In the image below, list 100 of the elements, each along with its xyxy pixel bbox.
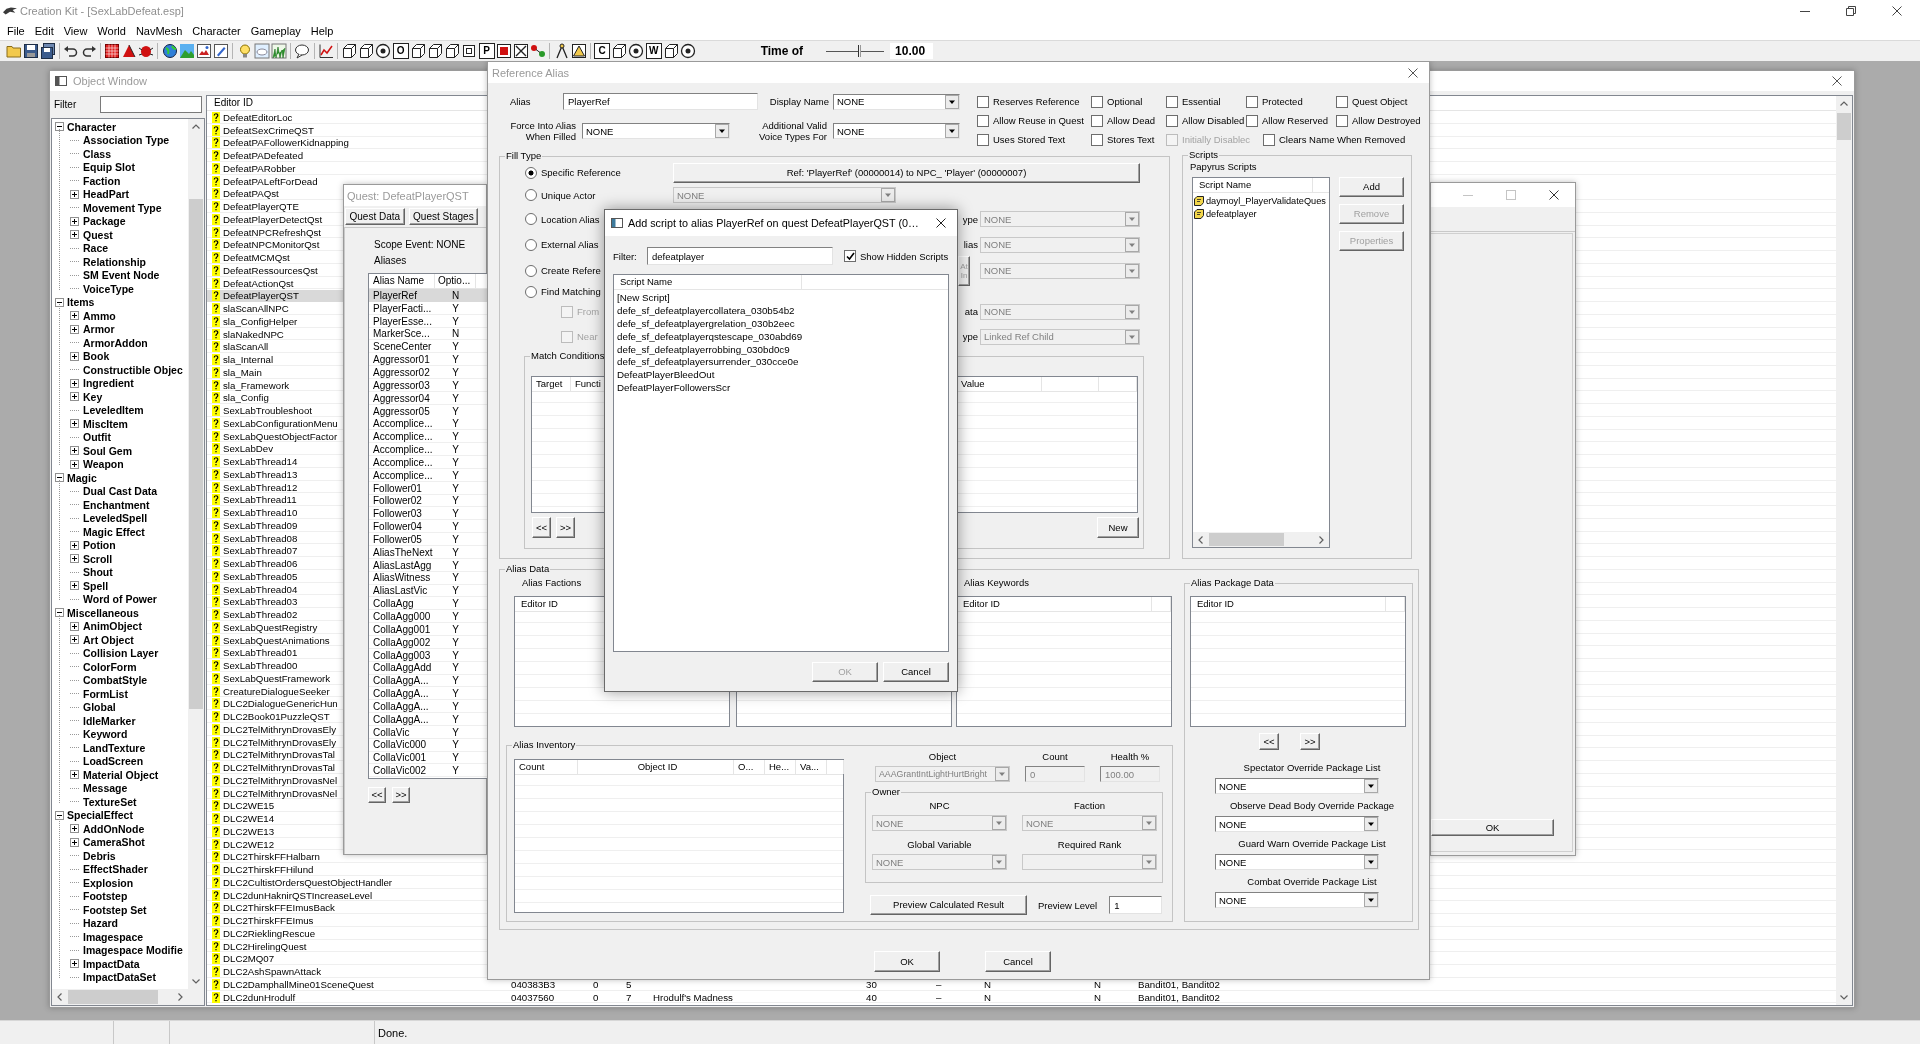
list-row[interactable]: CreatureDialogueSeeker — [207, 684, 344, 698]
checkbox[interactable] — [977, 133, 989, 146]
tree-item[interactable]: Package — [52, 214, 188, 228]
tree-item[interactable]: Potion — [52, 538, 188, 552]
checkbox[interactable] — [1263, 133, 1275, 146]
list-row[interactable]: sla_ConfigHelper — [207, 315, 344, 328]
tree-item[interactable]: Footstep Set — [52, 903, 188, 917]
tree-item[interactable]: LeveledSpell — [52, 511, 188, 525]
speech-bubble-icon[interactable] — [294, 43, 311, 59]
column-header[interactable]: Alias Name — [369, 274, 435, 288]
menu-item[interactable]: Edit — [29, 24, 59, 37]
tab[interactable]: Quest Data — [345, 208, 405, 225]
list-row[interactable]: Aggressor05 Y — [369, 404, 487, 418]
list-row[interactable]: sla_Internal — [207, 353, 344, 366]
filter-field[interactable] — [100, 96, 202, 113]
plus-icon[interactable] — [70, 581, 79, 591]
list-row[interactable]: SexLabQuestAnimations — [207, 633, 344, 647]
menu-item[interactable]: Gameplay — [245, 24, 306, 37]
list-row[interactable]: SceneCenter Y — [369, 340, 487, 354]
cube-icon[interactable] — [611, 43, 628, 59]
checkbox[interactable] — [1091, 95, 1103, 108]
tree-item[interactable]: Scroll — [52, 552, 188, 566]
plus-icon[interactable] — [70, 230, 79, 240]
scrollbar-thumb[interactable] — [189, 199, 203, 709]
tree-item[interactable]: AnimObject — [52, 619, 188, 633]
list-row[interactable]: SexLabQuestRegistry — [207, 621, 344, 634]
dropdown[interactable]: NONE — [1215, 854, 1379, 870]
globe-icon[interactable] — [161, 43, 178, 59]
plus-icon[interactable] — [70, 446, 79, 456]
nav-button[interactable]: << — [1259, 733, 1279, 750]
scrollbar-thumb[interactable] — [1837, 113, 1851, 140]
tree-item[interactable]: HeadPart — [52, 187, 188, 201]
plus-icon[interactable] — [70, 770, 79, 780]
ok-button[interactable]: OK — [1431, 819, 1554, 836]
menu-item[interactable]: World — [92, 24, 131, 37]
list-row[interactable]: AliasLastVic Y — [369, 584, 487, 598]
tree-item[interactable]: Quest — [52, 228, 188, 242]
radio-button[interactable] — [525, 285, 537, 298]
plus-icon[interactable] — [70, 324, 79, 334]
list-row[interactable]: DLC2WE13 — [207, 825, 344, 838]
menu-item[interactable]: Help — [305, 24, 339, 37]
checkbox[interactable] — [844, 250, 856, 262]
menu-item[interactable]: File — [2, 24, 30, 37]
list-item[interactable]: daymoyl_PlayerValidateQues — [1193, 194, 1326, 207]
cube-icon[interactable] — [341, 43, 358, 59]
list-row[interactable]: Accomplice... Y — [369, 468, 487, 482]
square-icon[interactable] — [461, 43, 478, 59]
tree-item[interactable]: Outfit — [52, 430, 188, 444]
tree-item[interactable]: AddOnNode — [52, 822, 188, 836]
column-header[interactable]: Script Name — [1193, 178, 1313, 192]
preview-button[interactable]: Preview Calculated Result — [870, 895, 1027, 915]
tree-item[interactable]: MiscItem — [52, 417, 188, 431]
cross-box-icon[interactable] — [512, 43, 529, 59]
dropdown[interactable]: NONE — [1215, 778, 1379, 794]
tree-item[interactable]: Keyword — [52, 727, 188, 741]
list-row[interactable]: DefeatEditorLoc — [207, 111, 344, 124]
list-row[interactable]: DefeatNPCMonitorQst — [207, 238, 344, 252]
list-row[interactable]: PlayerEsse... Y — [369, 314, 487, 328]
list-row[interactable]: SexLabThread09 — [207, 519, 344, 532]
minus-icon[interactable] — [55, 810, 64, 820]
radio-button[interactable] — [525, 166, 537, 179]
nav-button[interactable]: >> — [556, 517, 575, 538]
list-row[interactable]: DLC2DamphallMine01SceneQuest — [207, 978, 507, 991]
dropdown[interactable]: NONE — [1215, 892, 1379, 908]
tree-item[interactable]: TextureSet — [52, 795, 188, 809]
list-row[interactable]: DLC2WE15 — [207, 799, 344, 813]
plus-icon[interactable] — [70, 540, 79, 550]
radio-button[interactable] — [525, 189, 537, 201]
triangle-icon[interactable] — [121, 43, 138, 59]
tree-item[interactable]: Debris — [52, 849, 188, 863]
list-row[interactable]: DefeatRessourcesQst — [207, 264, 344, 277]
checkbox[interactable] — [1246, 95, 1258, 108]
tree-item[interactable]: LeveledItem — [52, 403, 188, 417]
list-row[interactable]: Follower04 Y — [369, 520, 487, 534]
nav-button[interactable]: << — [368, 787, 386, 803]
list-row[interactable]: SexLabThread06 — [207, 557, 344, 570]
plus-icon[interactable] — [70, 554, 79, 564]
list-row[interactable]: Follower03 Y — [369, 507, 487, 521]
list-item[interactable]: defe_sf_defeatplayersurrender_030cce0e — [614, 356, 799, 370]
tree-item[interactable]: SpecialEffect — [52, 808, 188, 822]
restore-icon[interactable] — [1846, 5, 1856, 16]
minus-icon[interactable] — [55, 122, 64, 132]
nav-button[interactable]: >> — [1300, 733, 1320, 750]
list-row[interactable]: SexLabThread13 — [207, 468, 344, 481]
plus-icon[interactable] — [70, 621, 79, 631]
list-row[interactable]: CollaAggA... Y — [369, 700, 487, 713]
column-header[interactable]: Count — [515, 760, 578, 774]
list-row[interactable]: MarkerSce... N — [369, 327, 487, 341]
list-row[interactable]: SexLabThread10 — [207, 506, 344, 519]
checkbox[interactable] — [1336, 114, 1348, 127]
tree-item[interactable]: Book — [52, 349, 188, 363]
tree-item[interactable]: ImpactDataSet — [52, 970, 188, 984]
list-row[interactable]: DefeatPlayerQTE — [207, 200, 344, 213]
tree-item[interactable]: Ingredient — [52, 376, 188, 390]
column-header[interactable]: Optio... — [435, 274, 476, 288]
plus-icon[interactable] — [70, 392, 79, 402]
list-row[interactable]: Aggressor03 Y — [369, 378, 487, 392]
list-row[interactable]: SexLabQuestFramework — [207, 672, 344, 685]
list-row[interactable]: DefeatPADefeated — [207, 149, 344, 162]
tree-item[interactable]: Global — [52, 700, 188, 714]
